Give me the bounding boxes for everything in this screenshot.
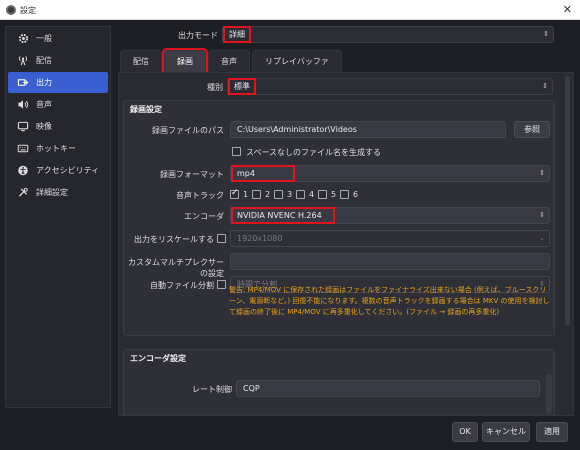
audio-track-3-label: 3 bbox=[287, 190, 293, 199]
rescale-label: 出力をリスケールする bbox=[134, 235, 214, 244]
type-label: 種別 bbox=[207, 83, 223, 92]
sidebar-item-stream[interactable]: 配信 bbox=[8, 50, 108, 71]
encoder-label: エンコーダ bbox=[184, 212, 224, 221]
tab-replay-buffer[interactable]: リプレイバッファ bbox=[252, 50, 342, 72]
chevron-down-icon: ⌄ bbox=[539, 234, 545, 242]
sidebar-item-label: ホットキー bbox=[36, 144, 76, 153]
settings-content: 出力モード 詳細 ⇕ 配信 録画 音声 リプレイバッファ 種別 標準 ⇕ 録画設… bbox=[118, 24, 574, 416]
sidebar-item-video[interactable]: 映像 bbox=[8, 116, 108, 137]
sidebar-item-label: アクセシビリティ bbox=[36, 166, 100, 175]
muxer-settings-label: カスタムマルチプレクサーの設定 bbox=[128, 258, 224, 278]
audio-track-label: 音声トラック bbox=[176, 191, 224, 200]
no-space-filename-checkbox[interactable] bbox=[232, 147, 241, 156]
audio-track-1-checkbox[interactable]: ✓ bbox=[230, 188, 239, 199]
tools-icon bbox=[16, 187, 30, 199]
broadcast-icon bbox=[16, 55, 30, 67]
no-space-filename-label: スペースなしのファイル名を生成する bbox=[246, 148, 382, 157]
rescale-value: 1920x1080 bbox=[237, 234, 283, 243]
encoder-settings-title: エンコーダ設定 bbox=[130, 354, 186, 363]
close-icon[interactable]: ✕ bbox=[563, 3, 572, 16]
sidebar-item-output[interactable]: 出力 bbox=[8, 72, 108, 93]
mp4-warning-text: 警告: MP4/MOV に保存された録画はファイルをファイナライズ出来ない場合 … bbox=[229, 286, 550, 316]
updown-icon: ⇕ bbox=[539, 169, 545, 177]
window-title: 設定 bbox=[20, 6, 36, 15]
autosplit-label: 自動ファイル分割 bbox=[150, 281, 214, 290]
sidebar-item-advanced[interactable]: 詳細設定 bbox=[8, 182, 108, 203]
check-icon: ✓ bbox=[231, 188, 239, 198]
output-icon bbox=[16, 77, 30, 89]
recording-settings-title: 録画設定 bbox=[130, 105, 162, 114]
sidebar-item-label: 配信 bbox=[36, 56, 52, 65]
sidebar: 一般 配信 出力 音声 映像 ホットキー アクセシビリティ 詳細設定 bbox=[5, 26, 111, 408]
ok-button[interactable]: OK bbox=[452, 422, 478, 442]
audio-track-4-label: 4 bbox=[309, 190, 315, 199]
audio-track-2-label: 2 bbox=[265, 190, 271, 199]
audio-track-6-label: 6 bbox=[353, 190, 359, 199]
sidebar-item-accessibility[interactable]: アクセシビリティ bbox=[8, 160, 108, 181]
sidebar-item-label: 詳細設定 bbox=[36, 188, 68, 197]
recording-format-label: 録画フォーマット bbox=[160, 170, 224, 179]
audio-track-5-label: 5 bbox=[331, 190, 337, 199]
sidebar-item-hotkeys[interactable]: ホットキー bbox=[8, 138, 108, 159]
monitor-icon bbox=[16, 121, 30, 133]
type-select[interactable]: 標準 ⇕ bbox=[227, 78, 553, 95]
tab-streaming[interactable]: 配信 bbox=[120, 50, 162, 72]
audio-track-1-label: 1 bbox=[243, 190, 249, 199]
audio-track-4-checkbox[interactable] bbox=[296, 190, 305, 199]
tab-recording[interactable]: 録画 bbox=[162, 48, 208, 74]
output-tabs: 配信 録画 音声 リプレイバッファ bbox=[120, 48, 344, 74]
muxer-settings-input[interactable] bbox=[230, 253, 550, 270]
cancel-button[interactable]: キャンセル bbox=[482, 422, 530, 442]
output-mode-value: 詳細 bbox=[223, 26, 251, 43]
browse-button[interactable]: 参照 bbox=[514, 121, 550, 138]
gear-icon bbox=[16, 33, 30, 45]
recording-path-input[interactable]: C:\Users\Administrator\Videos bbox=[230, 121, 506, 138]
autosplit-checkbox[interactable] bbox=[217, 280, 226, 289]
audio-track-2-checkbox[interactable] bbox=[252, 190, 261, 199]
audio-track-5-checkbox[interactable] bbox=[318, 190, 327, 199]
output-mode-label: 出力モード bbox=[178, 31, 218, 40]
sidebar-item-label: 音声 bbox=[36, 100, 52, 109]
sidebar-item-general[interactable]: 一般 bbox=[8, 28, 108, 49]
rescale-resolution-select[interactable]: 1920x1080 ⌄ bbox=[230, 230, 550, 247]
speaker-icon bbox=[16, 99, 30, 111]
sidebar-item-audio[interactable]: 音声 bbox=[8, 94, 108, 115]
rate-control-value: CQP bbox=[243, 384, 260, 393]
apply-button[interactable]: 適用 bbox=[536, 422, 568, 442]
sidebar-item-label: 出力 bbox=[36, 78, 52, 87]
encoder-select[interactable]: NVIDIA NVENC H.264 ⇕ bbox=[230, 207, 550, 224]
keyboard-icon bbox=[16, 143, 30, 155]
sidebar-item-label: 映像 bbox=[36, 122, 52, 131]
recording-tab-panel: 種別 標準 ⇕ 録画設定 録画ファイルのパス C:\Users\Administ… bbox=[118, 72, 574, 416]
encoder-settings-group: エンコーダ設定 レート制御 CQP bbox=[123, 349, 555, 415]
encoder-value: NVIDIA NVENC H.264 bbox=[231, 207, 335, 224]
rescale-checkbox[interactable] bbox=[217, 234, 226, 243]
accessibility-icon bbox=[16, 165, 30, 177]
output-mode-select[interactable]: 詳細 ⇕ bbox=[222, 26, 554, 43]
updown-icon: ⇕ bbox=[543, 30, 549, 38]
settings-window: 一般 配信 出力 音声 映像 ホットキー アクセシビリティ 詳細設定 出力モード… bbox=[0, 20, 580, 450]
obs-logo-icon bbox=[6, 5, 16, 15]
recording-format-select[interactable]: mp4 ⇕ bbox=[230, 165, 550, 182]
recording-format-value: mp4 bbox=[231, 165, 295, 182]
rate-control-label: レート制御 bbox=[192, 385, 232, 394]
rate-control-select[interactable]: CQP bbox=[236, 380, 540, 397]
updown-icon: ⇕ bbox=[542, 82, 548, 90]
tab-audio[interactable]: 音声 bbox=[208, 50, 250, 72]
panel-scrollbar[interactable] bbox=[565, 76, 570, 326]
title-bar: 設定 ✕ bbox=[0, 0, 580, 20]
encoder-scrollbar[interactable] bbox=[546, 374, 552, 414]
type-value: 標準 bbox=[228, 78, 256, 95]
sidebar-item-label: 一般 bbox=[36, 34, 52, 43]
updown-icon: ⇕ bbox=[539, 211, 545, 219]
recording-path-label: 録画ファイルのパス bbox=[152, 126, 224, 135]
audio-track-3-checkbox[interactable] bbox=[274, 190, 283, 199]
audio-track-6-checkbox[interactable] bbox=[340, 190, 349, 199]
